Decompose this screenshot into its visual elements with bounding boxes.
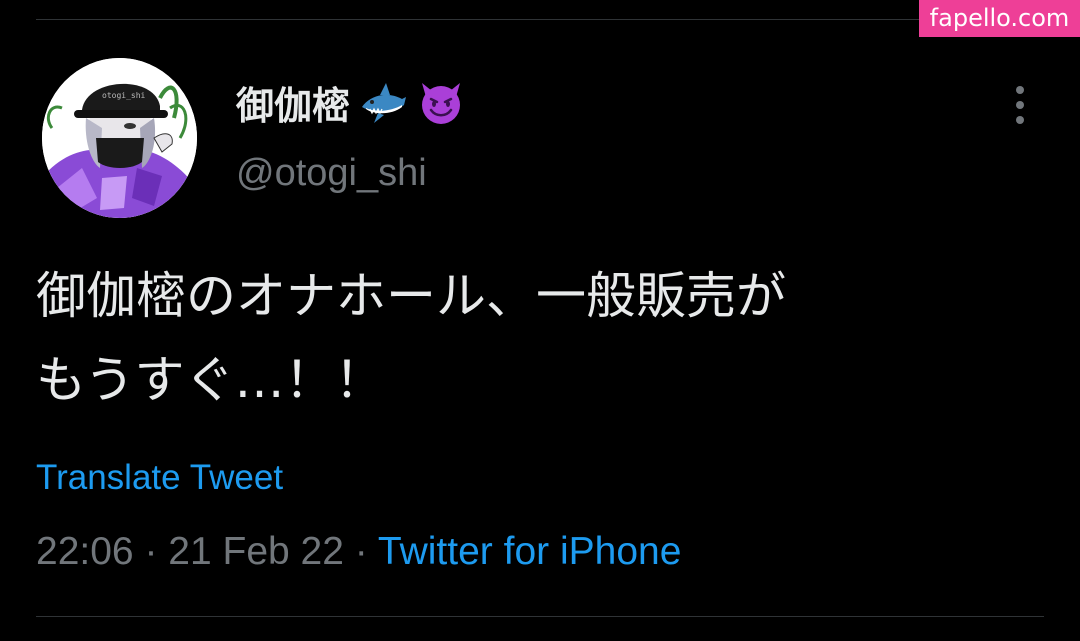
smiling-face-with-horns-icon	[416, 77, 466, 127]
watermark-badge: fapello.com	[919, 0, 1080, 37]
more-options-button[interactable]	[1004, 84, 1036, 128]
translate-tweet-link[interactable]: Translate Tweet	[36, 458, 283, 498]
avatar-illustration: otogi_shi	[42, 58, 197, 218]
meta-separator: ·	[144, 530, 158, 573]
display-name[interactable]: 御伽樒	[236, 76, 466, 128]
user-handle[interactable]: @otogi_shi	[236, 152, 427, 195]
svg-text:otogi_shi: otogi_shi	[102, 91, 146, 100]
display-name-text: 御伽樒	[236, 83, 351, 128]
avatar[interactable]: otogi_shi	[42, 58, 197, 218]
tweet-time[interactable]: 22:06	[36, 530, 134, 573]
tweet-source-link[interactable]: Twitter for iPhone	[378, 530, 681, 573]
top-divider	[36, 19, 1044, 20]
meta-separator: ·	[354, 530, 368, 573]
tweet-text: 御伽樒のオナホール、一般販売が もうすぐ…！！	[36, 267, 786, 409]
tweet-date[interactable]: 21 Feb 22	[168, 530, 344, 573]
more-vertical-icon	[1016, 86, 1024, 124]
bottom-divider	[36, 616, 1044, 617]
tweet-metadata: 22:06 · 21 Feb 22 · Twitter for iPhone	[36, 530, 681, 574]
shark-emoji-icon	[358, 77, 408, 127]
